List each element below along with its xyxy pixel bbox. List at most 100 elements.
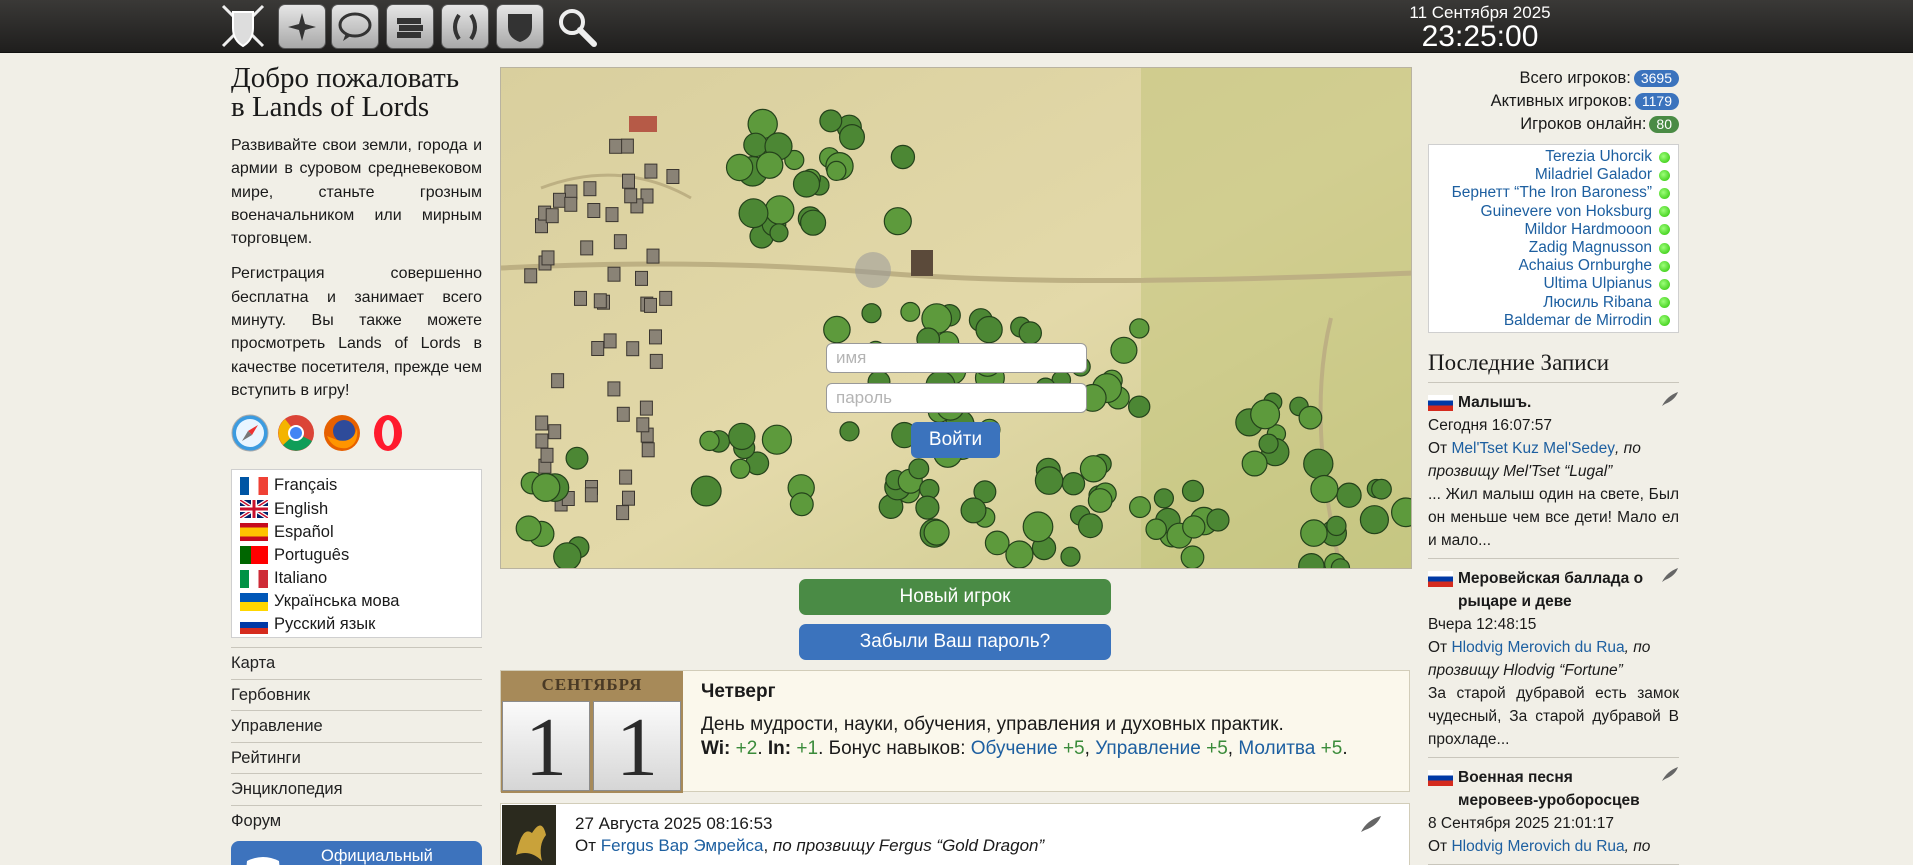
nav-item-3[interactable]: Рейтинги <box>231 741 482 774</box>
skill-link-management[interactable]: Управление <box>1095 738 1201 759</box>
online-player-link[interactable]: Люсиль Ribana <box>1543 294 1652 312</box>
calendar-digit-1: 1 <box>502 701 590 794</box>
news-date: 27 Августа 2025 08:16:53 <box>575 814 773 833</box>
nav-item-2[interactable]: Управление <box>231 710 482 742</box>
nav-item-1[interactable]: Гербовник <box>231 678 482 711</box>
language-item-fr[interactable]: Français <box>240 474 473 497</box>
language-label: Português <box>274 545 350 564</box>
post-title[interactable]: Меровейская баллада о рыцаре и деве <box>1428 567 1679 613</box>
tree <box>1153 488 1175 509</box>
shield-icon[interactable] <box>496 4 544 49</box>
forgot-password-button[interactable]: Забыли Ваш пароль? <box>799 624 1111 660</box>
tree <box>1077 513 1103 539</box>
tree <box>730 458 751 479</box>
online-player-link[interactable]: Ultima Ulpianus <box>1543 275 1652 293</box>
house <box>603 333 617 349</box>
username-input[interactable] <box>826 343 1087 373</box>
post-title-text: Меровейская баллада о рыцаре и деве <box>1458 570 1644 610</box>
post-title[interactable]: Военная песня меровеев-уроборосцев <box>1428 766 1679 812</box>
skill-link-learning[interactable]: Обучение <box>971 738 1058 759</box>
nav-item-4[interactable]: Энциклопедия <box>231 773 482 805</box>
online-player-link[interactable]: Zadig Magnusson <box>1529 239 1652 257</box>
language-item-ua[interactable]: Українська мова <box>240 590 473 613</box>
tree <box>1182 515 1206 539</box>
in-value: +1 <box>796 738 819 759</box>
tree <box>839 123 866 150</box>
language-label: Русский язык <box>274 615 376 634</box>
language-item-es[interactable]: Español <box>240 521 473 544</box>
post-author-link[interactable]: Hlodvig Merovich du Rua <box>1451 838 1624 855</box>
opera-icon[interactable] <box>369 414 407 452</box>
online-player-link[interactable]: Guinevere von Hoksburg <box>1481 203 1652 221</box>
tree <box>789 492 814 517</box>
house <box>649 353 663 369</box>
online-player-list: Terezia Uhorcik Miladriel Galador Бернетт … <box>1428 144 1679 333</box>
tree <box>1303 448 1334 479</box>
language-item-it[interactable]: Italiano <box>240 567 473 590</box>
online-player-link[interactable]: Baldemar de Mirrodin <box>1504 312 1652 330</box>
new-player-button[interactable]: Новый игрок <box>799 579 1111 615</box>
in-label: In: <box>767 738 792 759</box>
tree <box>761 424 792 455</box>
online-player-link[interactable]: Mildor Hardmooon <box>1525 221 1653 239</box>
stat-online-players: Игроков онлайн: 80 <box>1428 113 1679 136</box>
tree <box>738 198 769 229</box>
left-column: Добро пожаловать в Lands of Lords Развив… <box>231 64 482 865</box>
tree <box>769 223 789 243</box>
right-column: Всего игроков: 3695 Активных игроков: 1179… <box>1428 67 1679 865</box>
laurel-icon[interactable] <box>441 4 489 49</box>
house <box>584 487 598 503</box>
login-button[interactable]: Войти <box>911 422 1000 458</box>
news-author-link[interactable]: Fergus Вар Эмрейса <box>601 836 764 855</box>
weekday-description: День мудрости, науки, обучения, управлен… <box>701 714 1284 735</box>
online-player: Люсиль Ribana <box>1437 294 1670 312</box>
online-player-link[interactable]: Бернетт “The Iron Baroness” <box>1452 184 1652 202</box>
tree <box>1129 318 1150 339</box>
post-nickname: , по <box>1624 838 1651 855</box>
house <box>580 240 594 256</box>
tree <box>1258 433 1279 454</box>
stat-label: Активных игроков: <box>1490 92 1632 110</box>
tree <box>915 495 940 520</box>
language-item-ru[interactable]: Русский язык <box>240 613 473 636</box>
post-author-link[interactable]: Mel'Tset Kuz Mel'Sedey <box>1451 440 1615 457</box>
post-title-text: Военная песня меровеев-уроборосцев <box>1458 769 1640 809</box>
online-player-link[interactable]: Terezia Uhorcik <box>1545 148 1652 166</box>
chat-icon[interactable] <box>331 4 379 49</box>
nav-item-0[interactable]: Карта <box>231 647 482 679</box>
online-player-link[interactable]: Achaius Ornburghe <box>1518 257 1652 275</box>
compass-icon[interactable] <box>278 4 326 49</box>
house <box>541 250 555 266</box>
tree <box>1241 450 1268 477</box>
post-title[interactable]: Малышъ. <box>1428 391 1679 414</box>
online-player-link[interactable]: Miladriel Galador <box>1535 166 1652 184</box>
post-title-text: Малышъ. <box>1458 394 1532 411</box>
tree <box>1061 472 1086 496</box>
post-author-link[interactable]: Hlodvig Merovich du Rua <box>1451 639 1624 656</box>
tree <box>890 144 916 170</box>
online-status-dot <box>1659 224 1670 236</box>
books-icon[interactable] <box>386 4 434 49</box>
online-player: Zadig Magnusson <box>1437 239 1670 257</box>
safari-icon[interactable] <box>231 414 269 452</box>
tree <box>1359 505 1390 535</box>
house <box>548 424 562 440</box>
discord-button[interactable]: Официальный <box>231 841 482 865</box>
logo-shield-swords-icon[interactable] <box>219 2 267 50</box>
tree <box>1206 508 1230 532</box>
search-icon[interactable] <box>556 6 598 48</box>
post-excerpt: За старой дубравой есть замок чудесный, … <box>1428 685 1679 748</box>
tree <box>1087 488 1113 513</box>
language-item-gb[interactable]: English <box>238 497 473 520</box>
online-player: Mildor Hardmooon <box>1437 221 1670 239</box>
language-item-pt[interactable]: Português <box>240 544 473 567</box>
firefox-icon[interactable] <box>323 414 361 452</box>
nav-item-5[interactable]: Форум <box>231 804 482 837</box>
online-status-dot <box>1659 315 1670 327</box>
tree <box>800 209 827 236</box>
chrome-icon[interactable] <box>277 414 315 452</box>
flag-ru-icon <box>240 615 268 634</box>
flag-gb-icon <box>238 498 270 520</box>
password-input[interactable] <box>826 383 1087 413</box>
skill-link-prayer[interactable]: Молитва <box>1238 738 1315 759</box>
